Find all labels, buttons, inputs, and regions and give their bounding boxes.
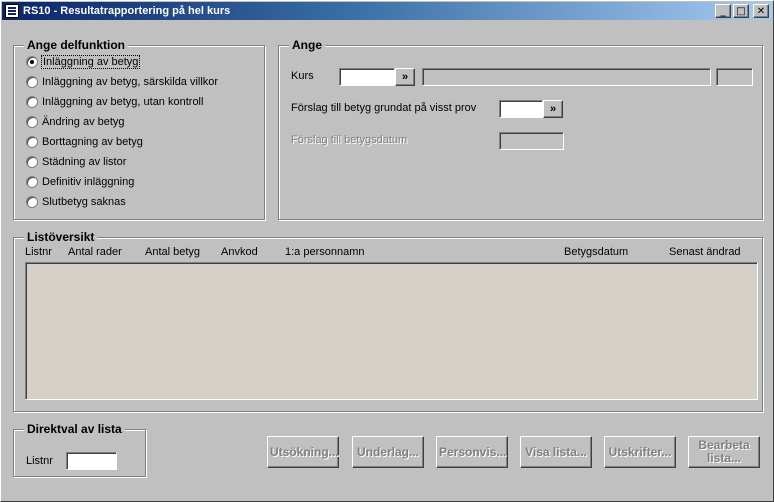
radio-andring-av-betyg[interactable]: Ändring av betyg — [26, 115, 125, 129]
close-button[interactable]: ✕ — [753, 4, 769, 18]
bearbeta-lista-line1: Bearbeta — [698, 438, 750, 452]
radio-sarskilda-villkor[interactable]: Inläggning av betyg, särskilda villkor — [26, 75, 218, 89]
forslag-prov-lookup-button[interactable]: » — [543, 100, 563, 118]
radio-button[interactable] — [26, 96, 38, 108]
app-icon — [5, 4, 19, 18]
radio-inlaggning-av-betyg[interactable]: Inläggning av betyg — [26, 55, 141, 69]
kurs-lookup-button[interactable]: » — [395, 68, 415, 86]
ange-group: Ange Kurs » Förslag till betyg grundat p… — [278, 38, 763, 220]
radio-stadning-av-listor[interactable]: Städning av listor — [26, 155, 126, 169]
utskrifter-button[interactable]: Utskrifter... — [604, 436, 676, 468]
radio-borttagning-av-betyg[interactable]: Borttagning av betyg — [26, 135, 143, 149]
column-header-betygsdatum[interactable]: Betygsdatum — [564, 246, 628, 258]
kurs-name-display — [422, 68, 711, 86]
radio-button[interactable] — [26, 136, 38, 148]
kurs-extra-display — [716, 68, 753, 86]
radio-utan-kontroll[interactable]: Inläggning av betyg, utan kontroll — [26, 95, 203, 109]
radio-button[interactable] — [26, 156, 38, 168]
minimize-button[interactable]: _ — [715, 4, 731, 18]
forslag-datum-input[interactable] — [499, 132, 564, 150]
ange-group-label: Ange — [289, 38, 325, 52]
radio-label: Inläggning av betyg, utan kontroll — [42, 96, 204, 108]
delfunktion-group: Ange delfunktion Inläggning av betyg Inl… — [13, 38, 265, 220]
radio-button[interactable] — [26, 176, 38, 188]
radio-button[interactable] — [26, 196, 38, 208]
visa-lista-button[interactable]: Visa lista... — [520, 436, 592, 468]
direktval-group: Direktval av lista Listnr — [13, 422, 146, 477]
radio-label: Städning av listor — [42, 156, 127, 168]
bearbeta-lista-button[interactable]: Bearbeta lista... — [688, 436, 760, 468]
forslag-datum-label: Förslag till betygsdatum — [291, 134, 408, 146]
column-header-antal-rader[interactable]: Antal rader — [68, 246, 122, 258]
delfunktion-group-label: Ange delfunktion — [24, 38, 128, 52]
forslag-prov-input[interactable] — [499, 100, 543, 118]
bearbeta-lista-line2: lista... — [706, 451, 741, 465]
listoversikt-group-label: Listöversikt — [24, 230, 98, 244]
column-header-senast-andrad[interactable]: Senast ändrad — [669, 246, 741, 258]
direktval-group-label: Direktval av lista — [24, 422, 125, 436]
radio-label: Borttagning av betyg — [42, 136, 143, 148]
radio-button[interactable] — [26, 56, 38, 68]
direktval-listnr-input[interactable] — [66, 452, 117, 470]
kurs-input[interactable] — [339, 68, 395, 86]
lista-listbox[interactable] — [25, 262, 758, 400]
maximize-button[interactable]: □ — [733, 4, 749, 18]
radio-label: Ändring av betyg — [42, 116, 125, 128]
underlag-button[interactable]: Underlag... — [352, 436, 424, 468]
column-header-anvkod[interactable]: Anvkod — [221, 246, 258, 258]
utsokning-button[interactable]: Utsökning... — [267, 436, 339, 468]
radio-label: Inläggning av betyg — [40, 55, 141, 69]
personvis-button[interactable]: Personvis... — [436, 436, 508, 468]
title-bar[interactable]: RS10 - Resultatrapportering på hel kurs … — [2, 2, 772, 20]
radio-button[interactable] — [26, 116, 38, 128]
radio-label: Definitiv inläggning — [42, 176, 135, 188]
kurs-label: Kurs — [291, 70, 314, 82]
direktval-listnr-label: Listnr — [26, 455, 53, 467]
window-title: RS10 - Resultatrapportering på hel kurs — [23, 5, 231, 17]
radio-label: Inläggning av betyg, särskilda villkor — [42, 76, 219, 88]
column-header-antal-betyg[interactable]: Antal betyg — [145, 246, 200, 258]
radio-definitiv-inlaggning[interactable]: Definitiv inläggning — [26, 175, 134, 189]
forslag-prov-label: Förslag till betyg grundat på visst prov — [291, 102, 477, 114]
radio-button[interactable] — [26, 76, 38, 88]
column-header-listnr[interactable]: Listnr — [25, 246, 52, 258]
radio-label: Slutbetyg saknas — [42, 196, 126, 208]
column-header-personnamn[interactable]: 1:a personnamn — [285, 246, 365, 258]
radio-slutbetyg-saknas[interactable]: Slutbetyg saknas — [26, 195, 126, 209]
main-window: RS10 - Resultatrapportering på hel kurs … — [0, 0, 774, 502]
